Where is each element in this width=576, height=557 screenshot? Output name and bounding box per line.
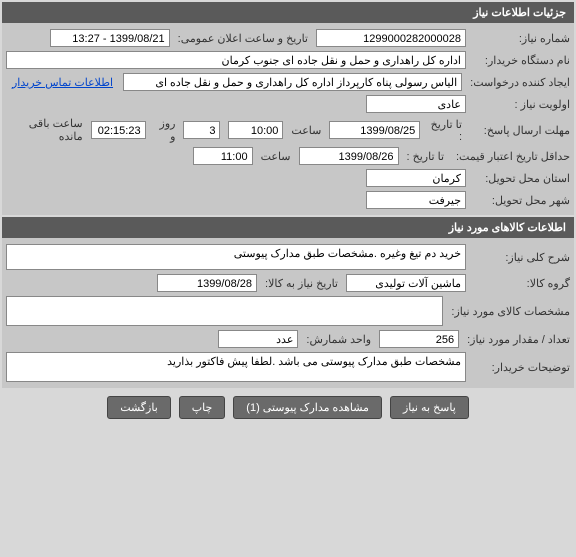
org-value: اداره کل راهداری و حمل و نقل جاده ای جنو… xyxy=(6,51,466,69)
creator-label: ایجاد کننده درخواست: xyxy=(466,76,570,89)
priority-label: اولویت نیاز : xyxy=(470,98,570,111)
time-remaining-value: 02:15:23 xyxy=(91,121,146,139)
general-desc-value: خرید دم تیغ وغیره .مشخصات طبق مدارک پیوس… xyxy=(6,244,466,270)
row-org: نام دستگاه خریدار: اداره کل راهداری و حم… xyxy=(6,49,570,71)
province-label: استان محل تحویل: xyxy=(470,172,570,185)
to-date-label: تا تاریخ : xyxy=(424,118,466,143)
need-info-body: شماره نیاز: 1299000282000028 تاریخ و ساع… xyxy=(2,23,574,215)
action-buttons: پاسخ به نیاز مشاهده مدارک پیوستی (1) چاپ… xyxy=(0,390,576,425)
remaining-label: ساعت باقی مانده xyxy=(6,117,87,143)
goods-info-body: شرح کلی نیاز: خرید دم تیغ وغیره .مشخصات … xyxy=(2,238,574,388)
days-label: روز و xyxy=(150,117,180,143)
row-group: گروه کالا: ماشین آلات تولیدی تاریخ نیاز … xyxy=(6,272,570,294)
spec-value xyxy=(6,296,443,326)
buyer-notes-value: مشخصات طبق مدارک پیوستی می باشد .لطفا پی… xyxy=(6,352,466,382)
org-label: نام دستگاه خریدار: xyxy=(470,54,570,67)
row-buyer-notes: توضیحات خریدار: مشخصات طبق مدارک پیوستی … xyxy=(6,350,570,384)
row-city: شهر محل تحویل: جیرفت xyxy=(6,189,570,211)
row-priority: اولویت نیاز : عادی xyxy=(6,93,570,115)
validity-time-value: 11:00 xyxy=(193,147,253,165)
validity-label: حداقل تاریخ اعتبار قیمت: xyxy=(452,150,570,163)
need-info-section: جزئیات اطلاعات نیاز شماره نیاز: 12990002… xyxy=(2,2,574,215)
attachments-button[interactable]: مشاهده مدارک پیوستی (1) xyxy=(233,396,382,419)
general-desc-label: شرح کلی نیاز: xyxy=(470,251,570,264)
row-validity: حداقل تاریخ اعتبار قیمت: تا تاریخ : 1399… xyxy=(6,145,570,167)
unit-label: واحد شمارش: xyxy=(302,333,375,346)
group-label: گروه کالا: xyxy=(470,277,570,290)
goods-info-section: اطلاعات کالاهای مورد نیاز شرح کلی نیاز: … xyxy=(2,217,574,388)
deadline-date-value: 1399/08/25 xyxy=(329,121,420,139)
validity-date-value: 1399/08/26 xyxy=(299,147,399,165)
deadline-time-value: 10:00 xyxy=(228,121,283,139)
row-deadline: مهلت ارسال پاسخ: تا تاریخ : 1399/08/25 س… xyxy=(6,115,570,145)
time-label-2: ساعت xyxy=(257,150,295,163)
need-number-value: 1299000282000028 xyxy=(316,29,466,47)
buyer-notes-label: توضیحات خریدار: xyxy=(470,361,570,374)
creator-value: الیاس رسولی پناه کارپرداز اداره کل راهدا… xyxy=(123,73,462,91)
public-ann-label: تاریخ و ساعت اعلان عمومی: xyxy=(174,32,312,45)
city-label: شهر محل تحویل: xyxy=(470,194,570,207)
spec-label: مشخصات کالای مورد نیاز: xyxy=(447,305,570,318)
need-info-header: جزئیات اطلاعات نیاز xyxy=(2,2,574,23)
time-label-1: ساعت xyxy=(287,124,325,137)
province-value: کرمان xyxy=(366,169,466,187)
row-creator: ایجاد کننده درخواست: الیاس رسولی پناه کا… xyxy=(6,71,570,93)
row-qty: تعداد / مقدار مورد نیاز: 256 واحد شمارش:… xyxy=(6,328,570,350)
deadline-label: مهلت ارسال پاسخ: xyxy=(470,124,570,137)
row-spec: مشخصات کالای مورد نیاز: xyxy=(6,294,570,328)
group-value: ماشین آلات تولیدی xyxy=(346,274,466,292)
reply-button[interactable]: پاسخ به نیاز xyxy=(390,396,469,419)
qty-value: 256 xyxy=(379,330,459,348)
goods-info-header: اطلاعات کالاهای مورد نیاز xyxy=(2,217,574,238)
public-ann-value: 1399/08/21 - 13:27 xyxy=(50,29,170,47)
validity-to-label: تا تاریخ : xyxy=(403,150,448,163)
city-value: جیرفت xyxy=(366,191,466,209)
row-general-desc: شرح کلی نیاز: خرید دم تیغ وغیره .مشخصات … xyxy=(6,242,570,272)
need-date-value: 1399/08/28 xyxy=(157,274,257,292)
back-button[interactable]: بازگشت xyxy=(107,396,171,419)
contact-link[interactable]: اطلاعات تماس خریدار xyxy=(6,76,119,89)
row-province: استان محل تحویل: کرمان xyxy=(6,167,570,189)
row-need-number: شماره نیاز: 1299000282000028 تاریخ و ساع… xyxy=(6,27,570,49)
need-date-label: تاریخ نیاز به کالا: xyxy=(261,277,342,290)
need-number-label: شماره نیاز: xyxy=(470,32,570,45)
unit-value: عدد xyxy=(218,330,298,348)
priority-value: عادی xyxy=(366,95,466,113)
print-button[interactable]: چاپ xyxy=(179,396,226,419)
qty-label: تعداد / مقدار مورد نیاز: xyxy=(463,333,570,346)
days-remaining-value: 3 xyxy=(183,121,220,139)
